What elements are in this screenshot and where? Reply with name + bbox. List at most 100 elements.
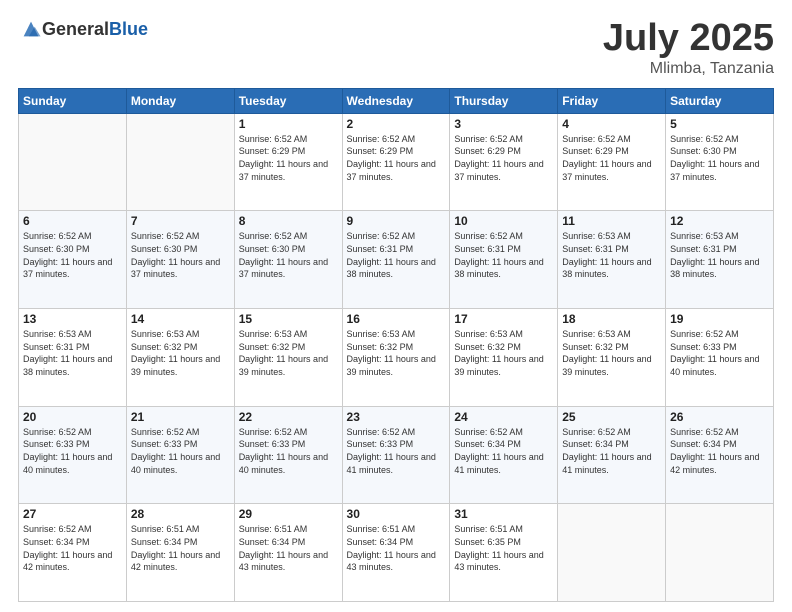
sunrise-text: Sunrise: 6:52 AM xyxy=(454,426,553,439)
sunrise-text: Sunrise: 6:52 AM xyxy=(23,426,122,439)
col-thursday: Thursday xyxy=(450,88,558,113)
day-info: Sunrise: 6:52 AMSunset: 6:34 PMDaylight:… xyxy=(23,523,122,573)
day-number: 31 xyxy=(454,507,553,521)
daylight-text: Daylight: 11 hours and 37 minutes. xyxy=(131,256,230,281)
day-number: 5 xyxy=(670,117,769,131)
day-number: 17 xyxy=(454,312,553,326)
daylight-text: Daylight: 11 hours and 37 minutes. xyxy=(239,158,338,183)
calendar-cell: 22Sunrise: 6:52 AMSunset: 6:33 PMDayligh… xyxy=(234,406,342,504)
sunset-text: Sunset: 6:30 PM xyxy=(131,243,230,256)
day-number: 10 xyxy=(454,214,553,228)
sunset-text: Sunset: 6:34 PM xyxy=(131,536,230,549)
calendar-cell: 5Sunrise: 6:52 AMSunset: 6:30 PMDaylight… xyxy=(666,113,774,211)
day-info: Sunrise: 6:53 AMSunset: 6:32 PMDaylight:… xyxy=(347,328,446,378)
calendar-cell: 12Sunrise: 6:53 AMSunset: 6:31 PMDayligh… xyxy=(666,211,774,309)
logo-icon xyxy=(20,18,42,40)
day-info: Sunrise: 6:52 AMSunset: 6:34 PMDaylight:… xyxy=(454,426,553,476)
calendar-cell: 29 Sunrise: 6:51 AMSunset: 6:34 PMDayligh… xyxy=(234,504,342,602)
calendar-cell: 8Sunrise: 6:52 AMSunset: 6:30 PMDaylight… xyxy=(234,211,342,309)
sunset-text: Sunset: 6:33 PM xyxy=(347,438,446,451)
day-number: 24 xyxy=(454,410,553,424)
daylight-text: Daylight: 11 hours and 40 minutes. xyxy=(670,353,769,378)
day-number: 13 xyxy=(23,312,122,326)
day-info: Sunrise: 6:53 AMSunset: 6:32 PMDaylight:… xyxy=(562,328,661,378)
day-number: 15 xyxy=(239,312,338,326)
sunset-text: Sunset: 6:32 PM xyxy=(347,341,446,354)
sunrise-text: Sunrise: 6:52 AM xyxy=(670,133,769,146)
calendar-cell xyxy=(666,504,774,602)
day-number: 14 xyxy=(131,312,230,326)
calendar-cell: 24 Sunrise: 6:52 AMSunset: 6:34 PMDayligh… xyxy=(450,406,558,504)
day-number: 9 xyxy=(347,214,446,228)
day-number: 27 xyxy=(23,507,122,521)
sunset-text: Sunset: 6:30 PM xyxy=(23,243,122,256)
daylight-text: Daylight: 11 hours and 39 minutes. xyxy=(131,353,230,378)
daylight-text: Daylight: 11 hours and 38 minutes. xyxy=(454,256,553,281)
day-info: Sunrise: 6:53 AMSunset: 6:32 PMDaylight:… xyxy=(454,328,553,378)
sunrise-text: Sunrise: 6:52 AM xyxy=(239,230,338,243)
location-title: Mlimba, Tanzania xyxy=(603,60,774,78)
daylight-text: Daylight: 11 hours and 43 minutes. xyxy=(239,549,338,574)
day-number: 2 xyxy=(347,117,446,131)
sunset-text: Sunset: 6:34 PM xyxy=(562,438,661,451)
title-area: July 2025 Mlimba, Tanzania xyxy=(603,18,774,78)
calendar-cell: 1Sunrise: 6:52 AMSunset: 6:29 PMDaylight… xyxy=(234,113,342,211)
day-number: 7 xyxy=(131,214,230,228)
calendar-cell xyxy=(126,113,234,211)
sunset-text: Sunset: 6:31 PM xyxy=(670,243,769,256)
sunrise-text: Sunrise: 6:52 AM xyxy=(23,523,122,536)
sunset-text: Sunset: 6:34 PM xyxy=(239,536,338,549)
day-info: Sunrise: 6:52 AMSunset: 6:34 PMDaylight:… xyxy=(670,426,769,476)
day-number: 11 xyxy=(562,214,661,228)
daylight-text: Daylight: 11 hours and 43 minutes. xyxy=(347,549,446,574)
day-number: 18 xyxy=(562,312,661,326)
week-row-4: 20Sunrise: 6:52 AMSunset: 6:33 PMDayligh… xyxy=(19,406,774,504)
daylight-text: Daylight: 11 hours and 42 minutes. xyxy=(670,451,769,476)
calendar-cell: 25Sunrise: 6:52 AMSunset: 6:34 PMDayligh… xyxy=(558,406,666,504)
day-info: Sunrise: 6:53 AMSunset: 6:31 PMDaylight:… xyxy=(23,328,122,378)
logo-blue: Blue xyxy=(109,19,148,40)
sunrise-text: Sunrise: 6:52 AM xyxy=(23,230,122,243)
day-info: Sunrise: 6:51 AMSunset: 6:34 PMDaylight:… xyxy=(131,523,230,573)
day-info: Sunrise: 6:51 AMSunset: 6:35 PMDaylight:… xyxy=(454,523,553,573)
calendar-cell: 17 Sunrise: 6:53 AMSunset: 6:32 PMDayligh… xyxy=(450,309,558,407)
sunset-text: Sunset: 6:29 PM xyxy=(347,145,446,158)
sunrise-text: Sunrise: 6:53 AM xyxy=(562,230,661,243)
sunset-text: Sunset: 6:30 PM xyxy=(239,243,338,256)
day-info: Sunrise: 6:52 AMSunset: 6:30 PMDaylight:… xyxy=(131,230,230,280)
calendar-cell: 15Sunrise: 6:53 AMSunset: 6:32 PMDayligh… xyxy=(234,309,342,407)
week-row-2: 6Sunrise: 6:52 AMSunset: 6:30 PMDaylight… xyxy=(19,211,774,309)
daylight-text: Daylight: 11 hours and 43 minutes. xyxy=(454,549,553,574)
daylight-text: Daylight: 11 hours and 37 minutes. xyxy=(347,158,446,183)
sunrise-text: Sunrise: 6:53 AM xyxy=(562,328,661,341)
calendar-cell: 2 Sunrise: 6:52 AMSunset: 6:29 PMDaylight… xyxy=(342,113,450,211)
calendar-cell: 14 Sunrise: 6:53 AMSunset: 6:32 PMDayligh… xyxy=(126,309,234,407)
sunrise-text: Sunrise: 6:52 AM xyxy=(347,133,446,146)
day-info: Sunrise: 6:53 AMSunset: 6:32 PMDaylight:… xyxy=(131,328,230,378)
day-number: 26 xyxy=(670,410,769,424)
sunset-text: Sunset: 6:34 PM xyxy=(454,438,553,451)
daylight-text: Daylight: 11 hours and 38 minutes. xyxy=(23,353,122,378)
calendar-cell: 30Sunrise: 6:51 AMSunset: 6:34 PMDayligh… xyxy=(342,504,450,602)
sunrise-text: Sunrise: 6:52 AM xyxy=(670,328,769,341)
sunrise-text: Sunrise: 6:52 AM xyxy=(562,426,661,439)
sunset-text: Sunset: 6:32 PM xyxy=(562,341,661,354)
daylight-text: Daylight: 11 hours and 37 minutes. xyxy=(670,158,769,183)
col-friday: Friday xyxy=(558,88,666,113)
day-number: 30 xyxy=(347,507,446,521)
sunset-text: Sunset: 6:29 PM xyxy=(454,145,553,158)
sunrise-text: Sunrise: 6:52 AM xyxy=(670,426,769,439)
day-number: 29 xyxy=(239,507,338,521)
day-info: Sunrise: 6:52 AMSunset: 6:30 PMDaylight:… xyxy=(23,230,122,280)
calendar-cell: 9Sunrise: 6:52 AMSunset: 6:31 PMDaylight… xyxy=(342,211,450,309)
daylight-text: Daylight: 11 hours and 40 minutes. xyxy=(239,451,338,476)
sunrise-text: Sunrise: 6:51 AM xyxy=(131,523,230,536)
day-number: 1 xyxy=(239,117,338,131)
month-title: July 2025 xyxy=(603,18,774,60)
day-number: 4 xyxy=(562,117,661,131)
sunset-text: Sunset: 6:29 PM xyxy=(239,145,338,158)
sunset-text: Sunset: 6:32 PM xyxy=(239,341,338,354)
sunrise-text: Sunrise: 6:51 AM xyxy=(239,523,338,536)
sunrise-text: Sunrise: 6:51 AM xyxy=(347,523,446,536)
sunset-text: Sunset: 6:31 PM xyxy=(454,243,553,256)
